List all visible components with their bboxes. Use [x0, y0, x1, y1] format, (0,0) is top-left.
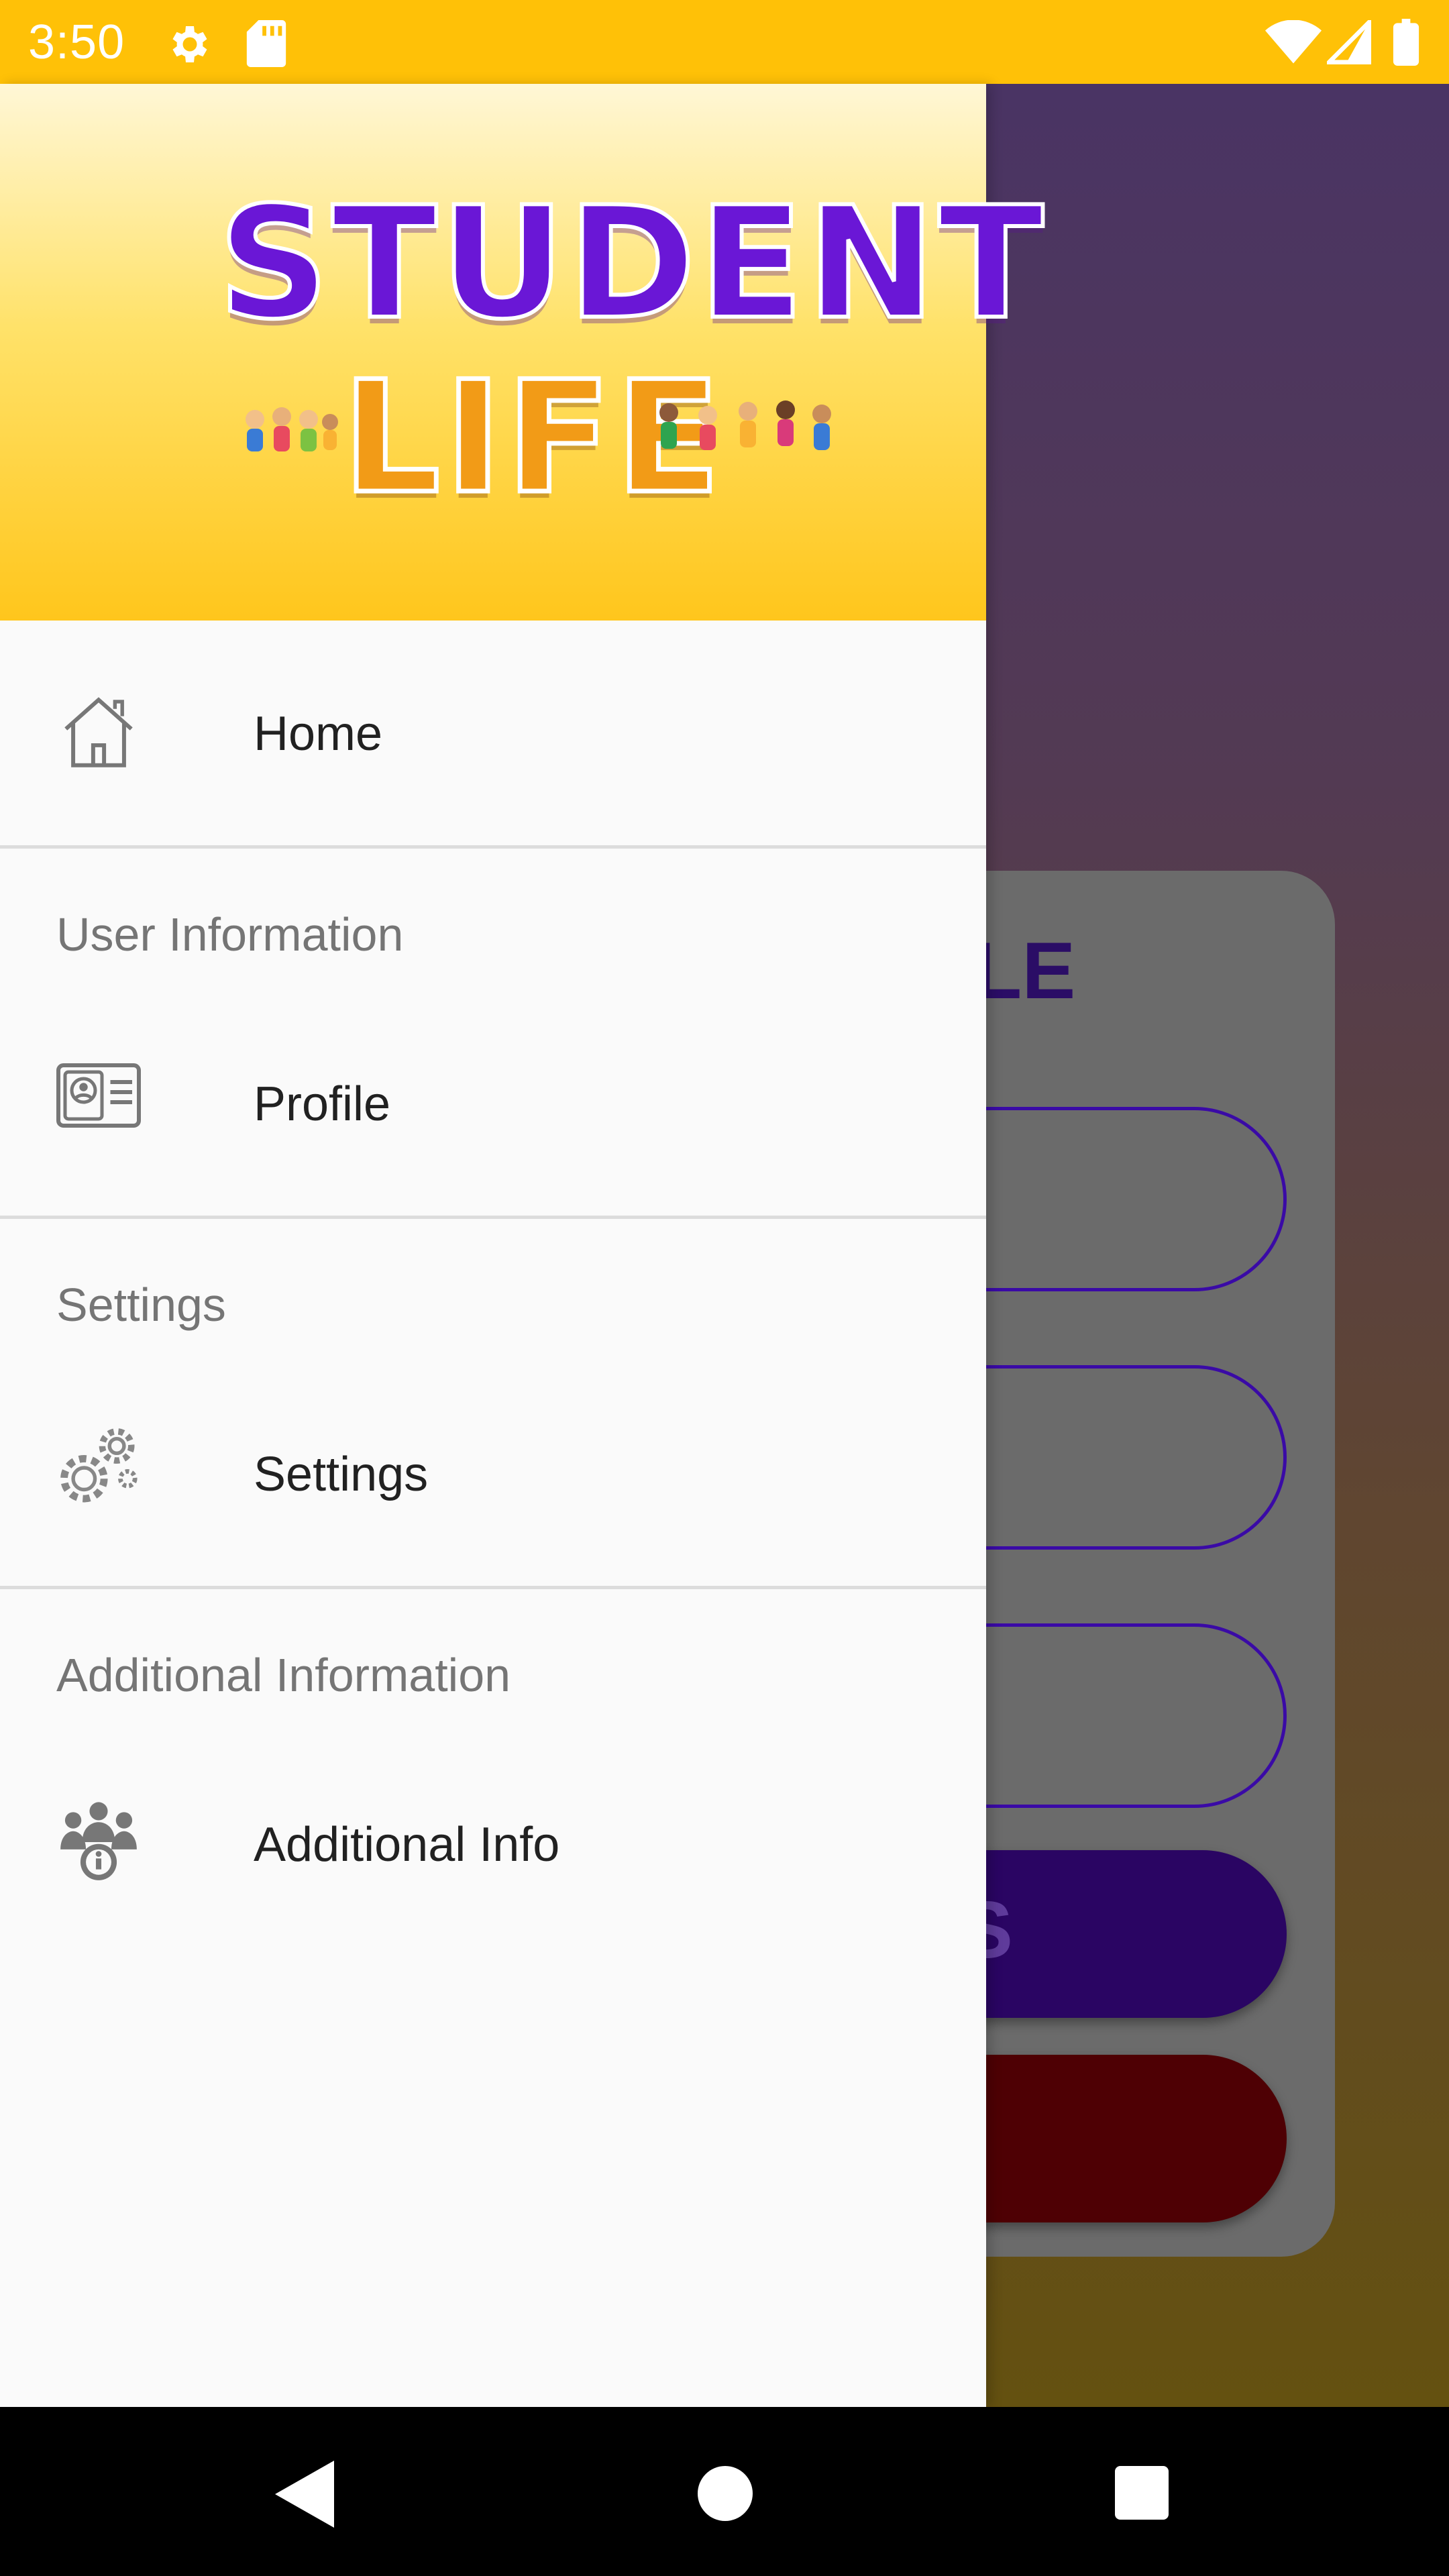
wifi-icon [1265, 20, 1322, 64]
drawer-item-home[interactable]: Home [0, 649, 986, 816]
divider [0, 1216, 986, 1219]
drawer-header: STUDENT LIFE [0, 84, 1046, 621]
cell-signal-icon [1327, 20, 1371, 64]
system-navigation-bar [0, 2407, 1449, 2576]
drawer-item-label: Home [254, 707, 383, 761]
drawer-item-settings[interactable]: Settings [0, 1389, 986, 1557]
back-icon[interactable] [275, 2461, 334, 2528]
section-header-additional-information: Additional Information [56, 1649, 511, 1701]
drawer-item-label: Additional Info [254, 1818, 560, 1872]
drawer-item-additional-info[interactable]: Additional Info [0, 1760, 986, 1927]
status-bar: 3:50 [0, 0, 1449, 84]
drawer-item-label: Profile [254, 1077, 391, 1131]
section-header-user-information: User Information [56, 908, 404, 961]
home-circle-icon[interactable] [698, 2466, 753, 2521]
group-info-icon [60, 1802, 137, 1880]
id-card-icon [56, 1063, 141, 1128]
drawer-item-label: Settings [254, 1448, 429, 1501]
kids-illustration-right [659, 400, 831, 450]
section-header-settings: Settings [56, 1279, 226, 1331]
navigation-drawer: STUDENT LIFE Home User Information Profi… [0, 84, 1046, 2407]
drawer-item-profile[interactable]: Profile [0, 1019, 986, 1187]
divider [0, 845, 986, 849]
logo-line-student: STUDENT [216, 172, 1046, 356]
home-icon [64, 697, 133, 767]
recents-icon[interactable] [1115, 2466, 1169, 2520]
settings-gear-icon [172, 26, 207, 62]
background-card-title: LE [973, 926, 1076, 1016]
kids-illustration-left [246, 407, 338, 451]
gears-icon [60, 1428, 138, 1503]
status-time: 3:50 [28, 15, 125, 69]
sd-card-icon [246, 20, 286, 67]
battery-icon [1393, 19, 1419, 66]
background-login-card: LE S [926, 871, 1335, 2257]
divider [0, 1586, 986, 1589]
